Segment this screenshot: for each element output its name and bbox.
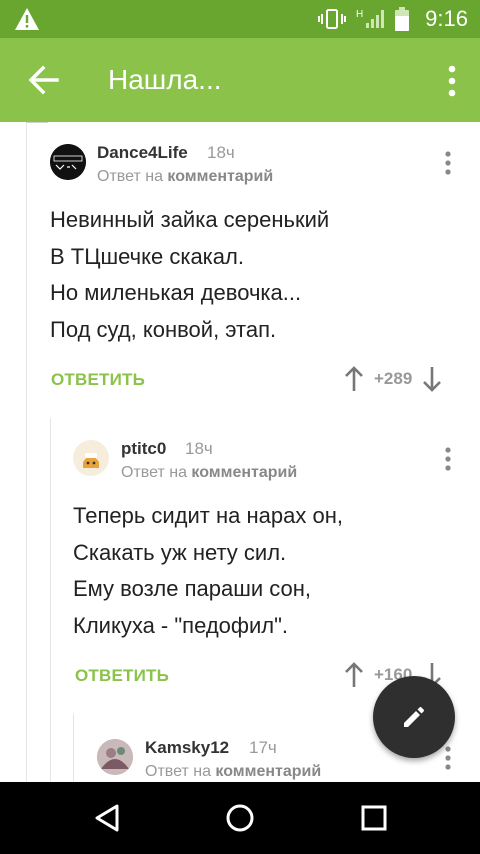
clock: 9:16 bbox=[425, 6, 468, 31]
comment-line: В ТЦшечке скакал. bbox=[50, 243, 244, 269]
comment: ptitc0 18ч Ответ на комментарий Теперь с… bbox=[73, 418, 480, 708]
comment-line: Скакать уж нету сил. bbox=[73, 539, 287, 565]
comment-line: Под суд, конвой, этап. bbox=[50, 316, 277, 342]
reply-prefix: Ответ на bbox=[97, 168, 163, 185]
comment-menu-icon[interactable] bbox=[443, 151, 453, 175]
nav-recents-icon[interactable] bbox=[358, 802, 390, 834]
more-vert-icon[interactable] bbox=[444, 64, 460, 98]
comment-age: 18ч bbox=[185, 439, 213, 458]
reply-target-link[interactable]: комментарий bbox=[215, 763, 321, 780]
comment-menu-icon[interactable] bbox=[443, 746, 453, 770]
comment-line: Невинный зайка серенький bbox=[50, 207, 330, 232]
vote-controls: +289 bbox=[344, 364, 442, 394]
comment-age: 18ч bbox=[207, 143, 235, 162]
comment-line: Ему возле параши сон, bbox=[73, 576, 312, 601]
divider bbox=[26, 122, 48, 123]
vibrate-icon bbox=[317, 9, 346, 29]
signal-icon bbox=[366, 10, 385, 28]
avatar[interactable] bbox=[73, 440, 109, 476]
reply-prefix: Ответ на bbox=[145, 763, 211, 780]
reply-to-text: Ответ на комментарий bbox=[145, 763, 321, 781]
avatar[interactable] bbox=[50, 144, 86, 180]
upvote-icon[interactable] bbox=[344, 662, 364, 688]
network-type: H bbox=[355, 8, 364, 20]
vote-score: +289 bbox=[374, 369, 413, 388]
downvote-icon[interactable] bbox=[422, 366, 442, 392]
reply-target-link[interactable]: комментарий bbox=[167, 168, 273, 185]
comment-line: Теперь сидит на нарах он, bbox=[73, 503, 343, 528]
reply-button[interactable]: ОТВЕТИТЬ bbox=[75, 666, 169, 686]
nav-home-icon[interactable] bbox=[224, 802, 256, 834]
reply-to-text: Ответ на комментарий bbox=[97, 168, 273, 186]
reply-prefix: Ответ на bbox=[121, 464, 187, 481]
comment-author[interactable]: Kamsky12 bbox=[145, 738, 229, 758]
comment-age: 17ч bbox=[249, 738, 277, 757]
thread-indent-line bbox=[50, 418, 51, 782]
comment-author[interactable]: Dance4Life bbox=[97, 143, 188, 163]
avatar[interactable] bbox=[97, 739, 133, 775]
reply-target-link[interactable]: комментарий bbox=[191, 464, 297, 481]
back-arrow-icon[interactable] bbox=[26, 62, 62, 98]
warning-icon bbox=[15, 8, 39, 30]
reply-button[interactable]: ОТВЕТИТЬ bbox=[51, 370, 145, 390]
thread-indent-line bbox=[26, 122, 27, 782]
upvote-icon[interactable] bbox=[344, 366, 364, 392]
system-nav-bar bbox=[0, 782, 480, 854]
comment-body: Невинный зайка серенький В ТЦшечке скака… bbox=[50, 202, 329, 348]
comment-line: Но миленькая девочка... bbox=[50, 280, 302, 305]
comment-line: Кликуха - "педофил". bbox=[73, 612, 289, 638]
comment-body: Теперь сидит на нарах он, Скакать уж нет… bbox=[73, 498, 343, 644]
page-title: Нашла... bbox=[108, 64, 222, 95]
battery-icon bbox=[395, 7, 410, 31]
write-comment-button[interactable] bbox=[373, 676, 455, 758]
comment: Dance4Life 18ч Ответ на комментарий Неви… bbox=[50, 122, 480, 412]
app-bar: Нашла... bbox=[0, 38, 480, 122]
status-bar: H 9:16 bbox=[0, 0, 480, 38]
nav-back-icon[interactable] bbox=[91, 802, 123, 834]
comment-author[interactable]: ptitc0 bbox=[121, 439, 166, 459]
edit-pencil-icon bbox=[404, 707, 424, 727]
thread-indent-line bbox=[73, 714, 74, 782]
reply-to-text: Ответ на комментарий bbox=[121, 464, 297, 482]
comment-menu-icon[interactable] bbox=[443, 447, 453, 471]
